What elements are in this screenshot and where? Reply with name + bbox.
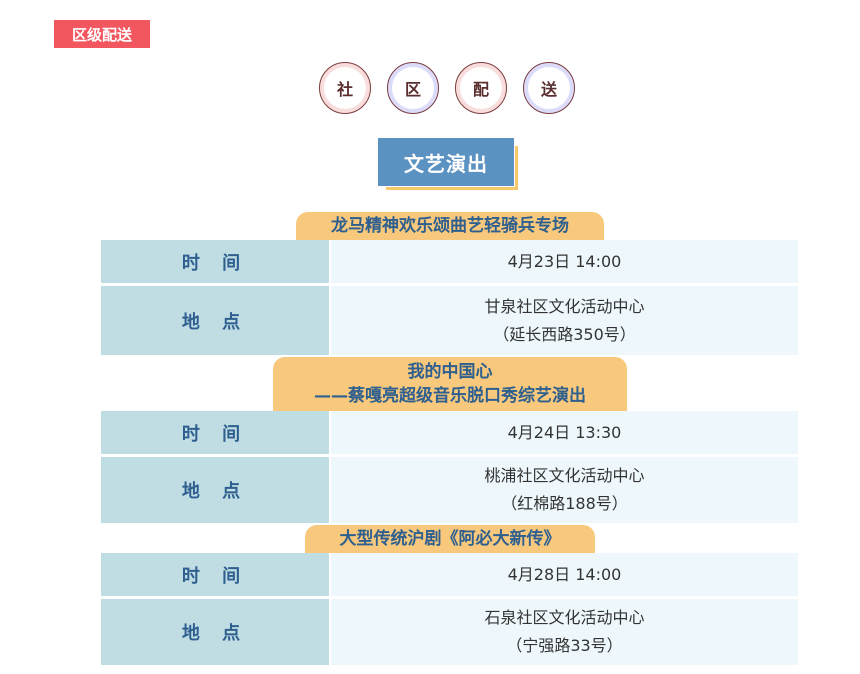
section-title-text: 文艺演出 [378,138,514,186]
event-1-title-line-1: 龙马精神欢乐颂曲艺轻骑兵专场 [331,216,569,236]
event-2-title-line-2: ——蔡嘎亮超级音乐脱口秀综艺演出 [314,386,586,406]
event-2-time-row: 时 间 4月24日 13:30 [101,411,798,454]
event-1-address: （延长西路350号） [493,324,636,344]
event-3-title: 大型传统沪剧《阿必大新传》 [305,525,595,553]
event-1-time-value: 4月23日 14:00 [331,240,798,283]
event-2-place-value: 桃浦社区文化活动中心 （红棉路188号） [331,457,798,523]
event-1-place-row: 地 点 甘泉社区文化活动中心 （延长西路350号） [101,286,798,355]
event-2-place-label: 地 点 [101,457,329,523]
event-1-place-value: 甘泉社区文化活动中心 （延长西路350号） [331,286,798,355]
event-2-place-row: 地 点 桃浦社区文化活动中心 （红棉路188号） [101,457,798,523]
event-3-address: （宁强路33号） [506,636,623,655]
event-1-time-text: 4月23日 14:00 [507,251,622,271]
event-1-place-label: 地 点 [101,286,329,355]
event-2-time-label: 时 间 [101,411,329,454]
event-1-venue: 甘泉社区文化活动中心 [484,296,645,316]
event-3-place-value: 石泉社区文化活动中心 （宁强路33号） [331,599,798,665]
event-3-time-value: 4月28日 14:00 [331,553,798,596]
event-2-title-line-1: 我的中国心 [407,362,493,382]
section-title: 文艺演出 [378,138,524,190]
event-2-time-text: 4月24日 13:30 [507,422,622,442]
community-delivery-circles: 社 区 配 送 [319,62,579,118]
event-2-time-value: 4月24日 13:30 [331,411,798,454]
event-3-time-row: 时 间 4月28日 14:00 [101,553,798,596]
event-1-time-row: 时 间 4月23日 14:00 [101,240,798,283]
event-1-time-label: 时 间 [101,240,329,283]
event-3-place-row: 地 点 石泉社区文化活动中心 （宁强路33号） [101,599,798,665]
circle-char-1-text: 社 [324,67,366,109]
event-3-time-text: 4月28日 14:00 [507,564,622,584]
circle-char-4: 送 [523,62,575,114]
event-3-table: 时 间 4月28日 14:00 地 点 石泉社区文化活动中心 （宁强路33号） [101,553,798,665]
circle-char-3: 配 [455,62,507,114]
circle-char-1: 社 [319,62,371,114]
district-delivery-tag: 区级配送 [54,20,150,48]
event-2-address: （红棉路188号） [501,494,628,513]
event-3-venue: 石泉社区文化活动中心 [484,608,645,627]
event-3-title-line-1: 大型传统沪剧《阿必大新传》 [339,529,561,549]
event-2-title: 我的中国心 ——蔡嘎亮超级音乐脱口秀综艺演出 [273,357,627,411]
event-1-table: 时 间 4月23日 14:00 地 点 甘泉社区文化活动中心 （延长西路350号… [101,240,798,355]
event-3-time-label: 时 间 [101,553,329,596]
circle-char-2: 区 [387,62,439,114]
event-2-table: 时 间 4月24日 13:30 地 点 桃浦社区文化活动中心 （红棉路188号） [101,411,798,523]
event-3-place-label: 地 点 [101,599,329,665]
event-1-title: 龙马精神欢乐颂曲艺轻骑兵专场 [296,212,604,240]
circle-char-2-text: 区 [392,67,434,109]
event-2-venue: 桃浦社区文化活动中心 [484,466,645,485]
circle-char-3-text: 配 [460,67,502,109]
circle-char-4-text: 送 [528,67,570,109]
